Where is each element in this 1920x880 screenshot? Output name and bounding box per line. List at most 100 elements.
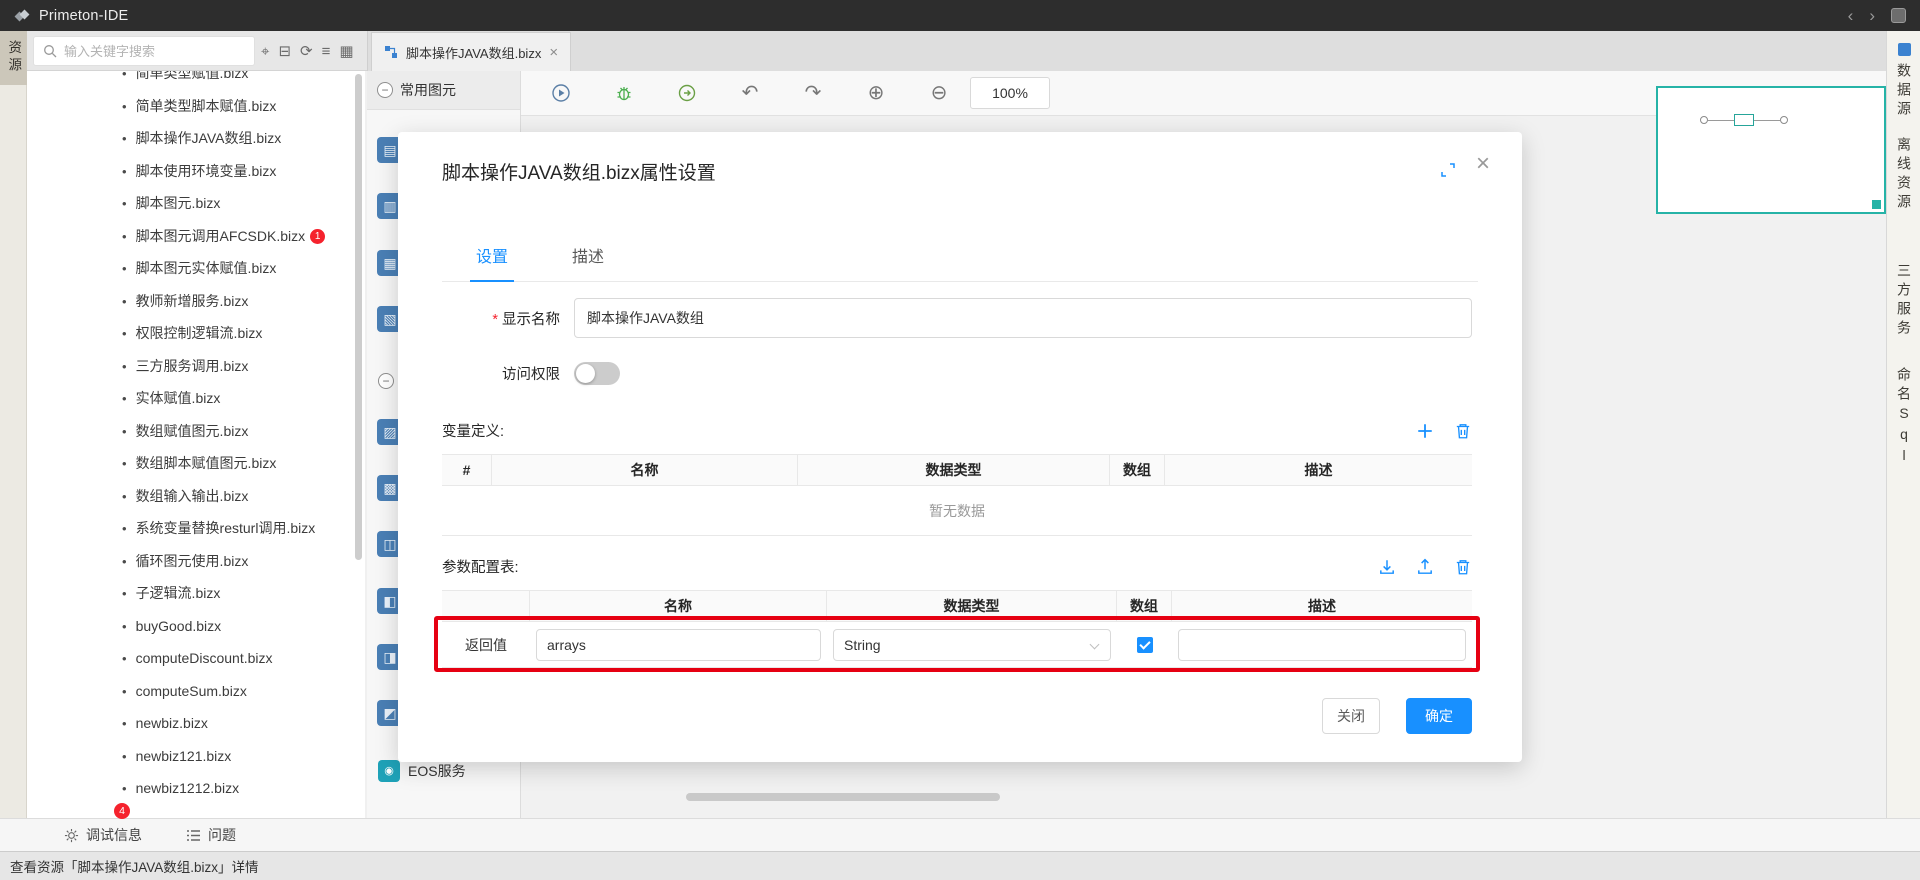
search-input[interactable]: [64, 44, 244, 59]
collapse-icon[interactable]: −: [377, 82, 393, 98]
mini-start-node: [1700, 116, 1708, 124]
tree-item[interactable]: •脚本图元实体赋值.bizx: [27, 252, 365, 285]
run-icon[interactable]: [551, 83, 571, 103]
confirm-button[interactable]: 确定: [1406, 698, 1472, 734]
tree-item-label: newbiz.bizx: [136, 715, 208, 731]
column-header: 名称: [492, 455, 798, 485]
tree-item[interactable]: •脚本图元调用AFCSDK.bizx1: [27, 220, 365, 253]
bullet-icon: •: [122, 99, 127, 114]
tree-item[interactable]: •系统变量替换resturl调用.bizx: [27, 512, 365, 545]
palette-group-eos[interactable]: ◉ EOS服务: [378, 760, 466, 782]
tree-item[interactable]: •脚本使用环境变量.bizx: [27, 155, 365, 188]
tab-active-document[interactable]: 脚本操作JAVA数组.bizx ×: [371, 32, 571, 71]
undo-icon[interactable]: ↶: [740, 83, 760, 103]
resource-search[interactable]: [33, 36, 255, 66]
nav-forward-icon[interactable]: ›: [1869, 7, 1875, 24]
tree-item[interactable]: •buyGood.bizx: [27, 610, 365, 643]
tree-item[interactable]: •三方服务调用.bizx: [27, 350, 365, 383]
resources-rail-tab[interactable]: 资源: [0, 31, 27, 85]
param-array-checkbox[interactable]: [1137, 637, 1153, 653]
import-params-icon[interactable]: [1378, 558, 1396, 576]
param-type-value: String: [844, 637, 881, 653]
tree-item[interactable]: •子逻辑流.bizx: [27, 577, 365, 610]
add-variable-icon[interactable]: [1416, 422, 1434, 440]
column-header: 数组: [1110, 455, 1165, 485]
access-permission-toggle[interactable]: [574, 362, 620, 385]
step-icon[interactable]: [677, 83, 697, 103]
right-panel-tab-3[interactable]: 三方服务: [1887, 263, 1920, 339]
delete-variable-icon[interactable]: [1454, 422, 1472, 440]
debug-bug-icon[interactable]: [614, 83, 634, 103]
tree-item[interactable]: •computeDiscount.bizx: [27, 642, 365, 675]
delete-param-icon[interactable]: [1454, 558, 1472, 576]
tree-item[interactable]: •数组赋值图元.bizx: [27, 415, 365, 448]
right-panel-tab-2[interactable]: 离线资源: [1887, 137, 1920, 213]
editor-tabstrip: 脚本操作JAVA数组.bizx ×: [367, 31, 1886, 71]
param-name-input[interactable]: [536, 629, 821, 661]
params-table: 名称数据类型数组描述 返回值 String: [442, 590, 1472, 668]
problems-tab[interactable]: 问题: [186, 825, 236, 845]
resources-rail-label: 资源: [7, 40, 21, 75]
tree-item[interactable]: •脚本操作JAVA数组.bizx: [27, 122, 365, 155]
tree-item[interactable]: •newbiz1212.bizx: [27, 772, 365, 805]
tree-scrollbar[interactable]: [355, 74, 362, 560]
tree-item[interactable]: •数组输入输出.bizx: [27, 480, 365, 513]
palette-group-common[interactable]: − 常用图元: [367, 71, 520, 110]
tree-item[interactable]: •数组脚本赋值图元.bizx: [27, 447, 365, 480]
param-type-select[interactable]: String: [833, 629, 1111, 661]
tree-item[interactable]: •脚本图元.bizx: [27, 187, 365, 220]
dialog-tabs: 设置 描述: [442, 238, 1478, 282]
tree-item[interactable]: •权限控制逻辑流.bizx: [27, 317, 365, 350]
fullscreen-icon[interactable]: [1440, 162, 1456, 183]
collapse-all-icon[interactable]: ⊟: [278, 42, 291, 60]
app-title: Primeton-IDE: [39, 8, 128, 24]
diagram-view-icon[interactable]: ▦: [339, 42, 353, 60]
minimap-panel[interactable]: [1656, 86, 1886, 214]
palette-group-label: 常用图元: [400, 80, 456, 100]
zoom-level[interactable]: 100%: [970, 77, 1050, 109]
list-view-icon[interactable]: ≡: [322, 43, 331, 60]
locate-icon[interactable]: ⌖: [261, 43, 269, 60]
canvas-horizontal-scrollbar[interactable]: [686, 793, 1000, 801]
tree-item[interactable]: •简单类型脚本赋值.bizx: [27, 90, 365, 123]
debug-info-label: 调试信息: [86, 825, 142, 845]
export-params-icon[interactable]: [1416, 558, 1434, 576]
eos-service-icon: ◉: [378, 760, 400, 782]
tree-item-label: newbiz1212.bizx: [136, 780, 240, 796]
right-panel-tab-label: 数据源: [1897, 63, 1911, 120]
minimap-resize-handle[interactable]: [1872, 200, 1881, 209]
debug-info-tab[interactable]: 调试信息: [64, 825, 142, 845]
tree-item[interactable]: •computeSum.bizx: [27, 675, 365, 708]
dialog-close-icon[interactable]: ×: [1476, 152, 1490, 176]
tree-item[interactable]: •教师新增服务.bizx: [27, 285, 365, 318]
tab-close-icon[interactable]: ×: [549, 45, 558, 60]
right-rail: 数据源离线资源三方服务命名Sql: [1886, 31, 1920, 818]
refresh-icon[interactable]: ⟳: [300, 42, 313, 60]
nav-back-icon[interactable]: ‹: [1848, 7, 1854, 24]
access-permission-label: 访问权限: [442, 363, 560, 384]
close-button[interactable]: 关闭: [1322, 698, 1380, 734]
right-panel-tab-4[interactable]: 命名Sql: [1887, 367, 1920, 468]
problems-list-icon: [186, 829, 201, 842]
zoom-in-icon[interactable]: ⊕: [866, 83, 886, 103]
tab-settings[interactable]: 设置: [470, 238, 514, 282]
resource-tree: •简单类型赋值.bizx•简单类型脚本赋值.bizx•脚本操作JAVA数组.bi…: [27, 71, 365, 818]
param-desc-input[interactable]: [1178, 629, 1466, 661]
tree-item[interactable]: •简单类型赋值.bizx: [27, 71, 365, 90]
tree-item[interactable]: •newbiz121.bizx: [27, 740, 365, 773]
dialog-title: 脚本操作JAVA数组.bizx属性设置: [442, 158, 716, 185]
display-name-input[interactable]: [574, 298, 1472, 338]
collapse-icon[interactable]: −: [378, 373, 394, 389]
tree-item[interactable]: •实体赋值.bizx: [27, 382, 365, 415]
title-bar: Primeton-IDE ‹ ›: [0, 0, 1920, 31]
window-layout-icon[interactable]: [1891, 8, 1906, 23]
tree-item-label: 权限控制逻辑流.bizx: [136, 325, 263, 341]
right-panel-tab-1[interactable]: 数据源: [1887, 43, 1920, 120]
param-row-label: 返回值: [465, 635, 507, 655]
tree-item-label: 教师新增服务.bizx: [136, 293, 249, 309]
redo-icon[interactable]: ↷: [803, 83, 823, 103]
tab-description[interactable]: 描述: [566, 238, 610, 282]
tree-item[interactable]: •newbiz.bizx: [27, 707, 365, 740]
tree-item[interactable]: •循环图元使用.bizx: [27, 545, 365, 578]
zoom-out-icon[interactable]: ⊖: [929, 83, 949, 103]
